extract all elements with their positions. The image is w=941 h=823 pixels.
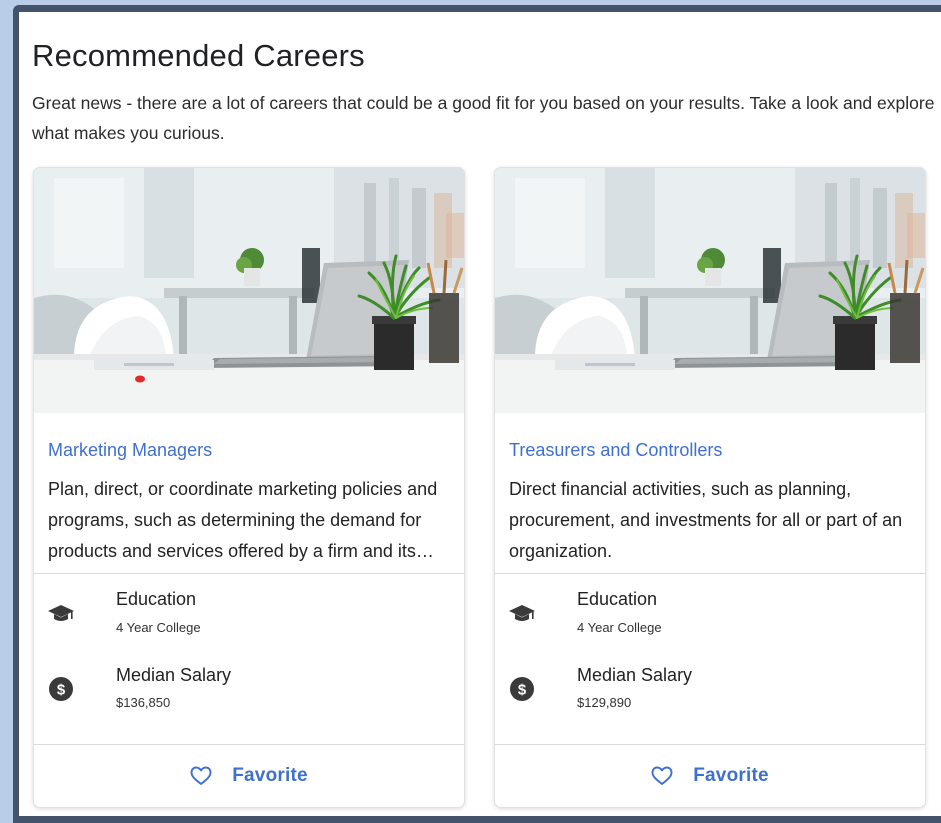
page-title: Recommended Careers <box>32 38 365 73</box>
education-label: Education <box>577 589 658 609</box>
favorite-label: Favorite <box>693 765 769 786</box>
graduation-cap-icon <box>48 600 74 626</box>
office-desk-photo <box>495 168 925 413</box>
intro-text: Great news - there are a lot of careers … <box>32 93 935 143</box>
content-frame: Recommended Careers Great news - there a… <box>13 5 941 823</box>
career-card[interactable]: Treasurers and Controllers Direct financ… <box>494 167 926 808</box>
recommended-careers-panel: Recommended Careers Great news - there a… <box>19 12 941 816</box>
education-label: Education <box>116 589 197 609</box>
office-desk-photo <box>34 168 464 413</box>
divider <box>34 573 464 574</box>
dollar-circle-icon <box>48 676 74 702</box>
career-description: Plan, direct, or coordinate marketing po… <box>48 479 438 561</box>
favorite-button[interactable]: Favorite <box>495 745 925 807</box>
dollar-circle-icon <box>509 676 535 702</box>
median-salary-label: Median Salary <box>577 665 693 685</box>
heart-outline-icon <box>190 766 212 786</box>
divider <box>495 573 925 574</box>
favorite-button[interactable]: Favorite <box>34 745 464 807</box>
median-salary-value: $129,890 <box>577 695 632 710</box>
career-title-link[interactable]: Treasurers and Controllers <box>509 438 722 462</box>
graduation-cap-icon <box>509 600 535 626</box>
median-salary-label: Median Salary <box>116 665 232 685</box>
career-card[interactable]: Marketing Managers Plan, direct, or coor… <box>33 167 465 808</box>
career-title-link[interactable]: Marketing Managers <box>48 438 212 462</box>
education-value: 4 Year College <box>116 620 201 635</box>
career-description: Direct financial activities, such as pla… <box>509 479 903 561</box>
education-value: 4 Year College <box>577 620 662 635</box>
favorite-label: Favorite <box>232 765 308 786</box>
heart-outline-icon <box>651 766 673 786</box>
median-salary-value: $136,850 <box>116 695 171 710</box>
